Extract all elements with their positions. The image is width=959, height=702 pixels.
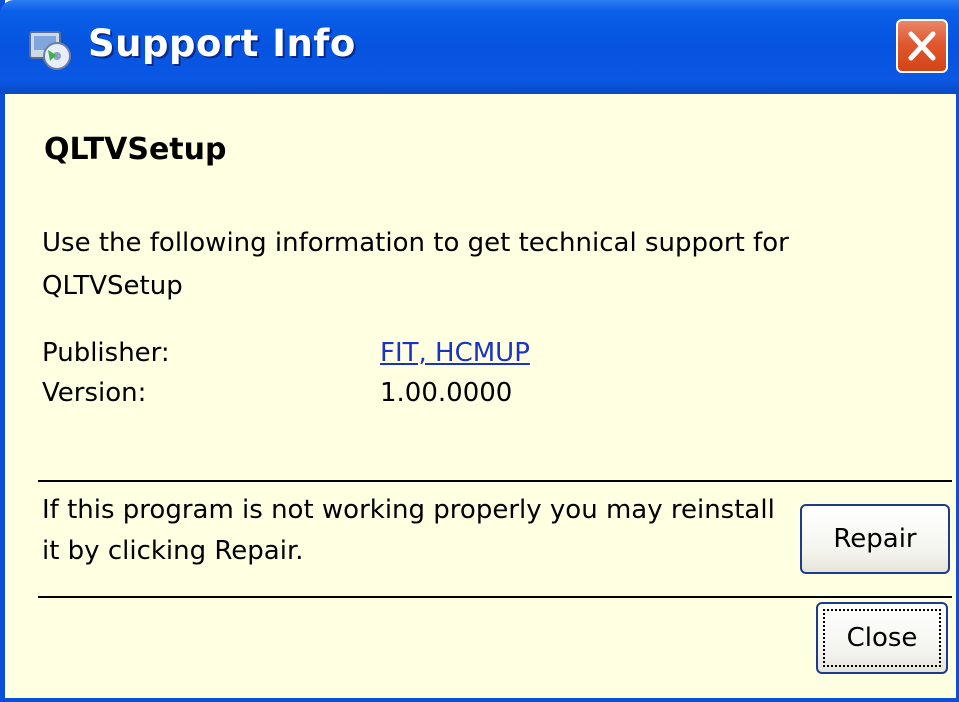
app-name-heading: QLTVSetup — [44, 132, 227, 167]
repair-button[interactable]: Repair — [800, 504, 950, 574]
version-label: Version: — [42, 378, 147, 408]
repair-instruction-text: If this program is not working properly … — [42, 495, 775, 566]
divider-top — [38, 480, 952, 482]
publisher-link[interactable]: FIT, HCMUP — [380, 338, 530, 368]
publisher-label: Publisher: — [42, 338, 170, 368]
window-title: Support Info — [88, 22, 356, 65]
version-value: 1.00.0000 — [380, 378, 513, 408]
close-button-label: Close — [846, 623, 918, 653]
installer-icon — [28, 26, 74, 70]
close-window-button[interactable] — [896, 19, 948, 73]
intro-text: Use the following information to get tec… — [42, 228, 789, 301]
close-button[interactable]: Close — [816, 602, 948, 674]
dialog-content: QLTVSetup Use the following information … — [5, 94, 956, 698]
support-info-dialog: Support Info QLTVSetup Use the following… — [0, 0, 959, 702]
divider-bottom — [38, 596, 952, 598]
title-bar[interactable]: Support Info — [0, 0, 959, 94]
